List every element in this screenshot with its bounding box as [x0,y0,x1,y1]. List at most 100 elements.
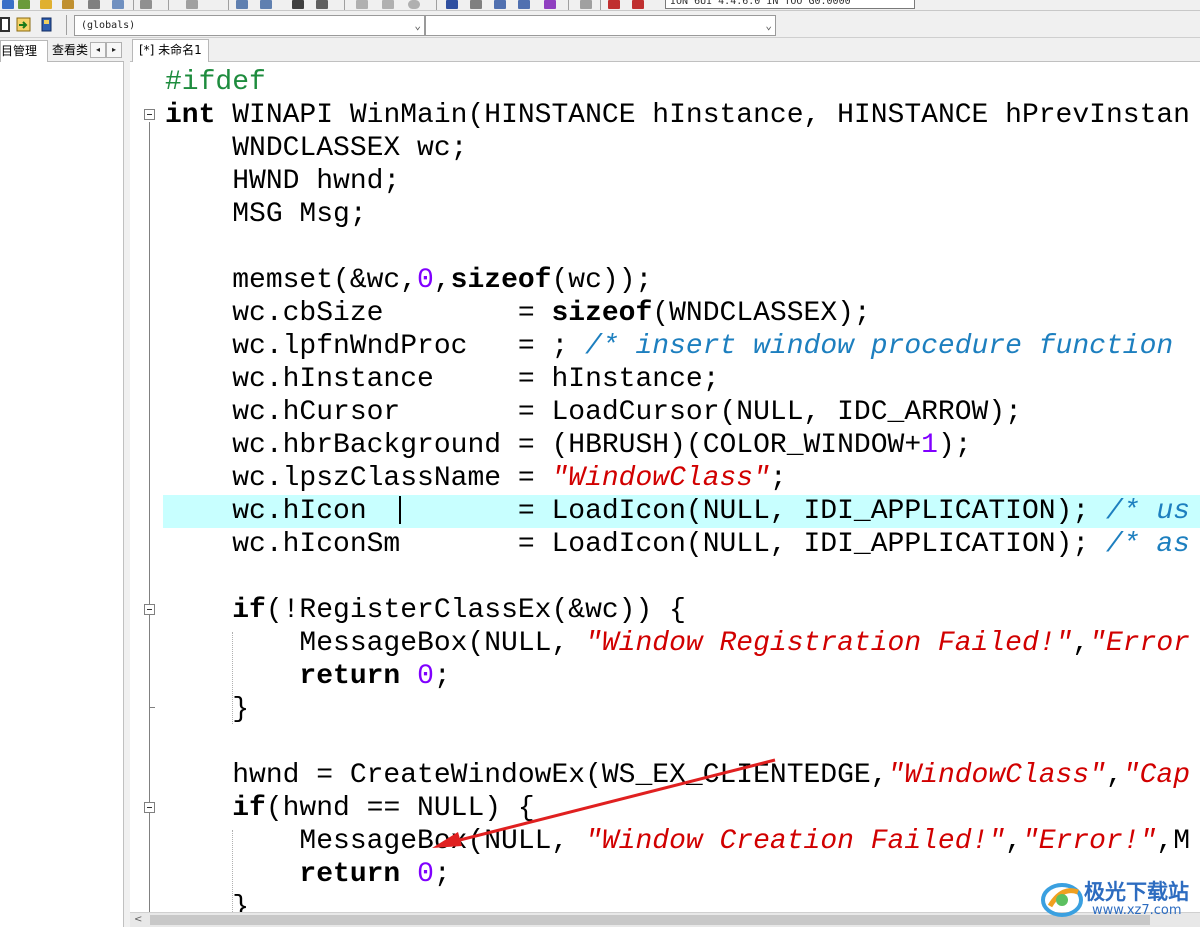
scrollbar-thumb[interactable] [150,915,1150,925]
code-text-token: MessageBox(NULL, [165,826,586,857]
chevron-down-icon[interactable]: ⌄ [765,16,772,35]
keyword-token: sizeof [450,265,552,296]
code-text-token: , [1072,628,1090,659]
toolbar-button-2[interactable] [18,0,30,9]
toolbar-button-14[interactable] [382,0,394,9]
code-text-token: wc.hCursor = LoadCursor(NULL, IDC_ARROW)… [165,397,1022,428]
tab-scroll-buttons: ◂ ▸ [90,42,122,58]
compiler-select[interactable]: ION 6UI 4.4.6.0 IN TOO G0.0000 [665,0,915,9]
scope-select[interactable]: (globals) ⌄ [74,15,425,36]
bookmark-icon[interactable] [40,17,54,32]
code-text-token: , [433,265,451,296]
code-text-token: wc.lpfnWndProc = ; [165,331,586,362]
code-line: return 0; [165,660,1200,693]
code-text-token: } [165,892,250,912]
tab-class-browser[interactable]: 查看类 [49,40,89,62]
toolbar-button-23[interactable] [632,0,644,9]
code-text-token: (hwnd == NULL) { [265,793,535,824]
code-text-token: hwnd = CreateWindowEx(WS_EX_CLIENTEDGE, [165,760,888,791]
code-line: WNDCLASSEX wc; [165,132,1200,165]
code-text-token: ,M [1156,826,1190,857]
keyword-token: return [299,661,401,692]
toolbar-button-19[interactable] [518,0,530,9]
toolbar-button-15[interactable] [408,0,420,9]
tab-project-manager[interactable]: 目管理 [0,40,48,62]
code-line: HWND hwnd; [165,165,1200,198]
toolbar-separator [133,0,134,10]
fold-toggle-icon[interactable] [144,604,155,615]
toolbar-separator [436,0,437,10]
toolbar-button-7[interactable] [140,0,152,9]
code-text-token: (wc)); [551,265,653,296]
tab-scroll-left-button[interactable]: ◂ [90,42,106,58]
toolbar-button-3[interactable] [40,0,52,9]
tab-scroll-right-button[interactable]: ▸ [106,42,122,58]
panel-tabs: 目管理 查看类 ◂ ▸ [0,38,124,62]
code-line: hwnd = CreateWindowEx(WS_EX_CLIENTEDGE,"… [165,759,1200,792]
comment-token: /* us [1105,496,1190,527]
toolbar-button-22[interactable] [608,0,620,9]
scroll-left-arrow-icon[interactable]: < [134,913,142,927]
toolbar-button-1[interactable] [2,0,14,9]
window-icon[interactable] [0,17,10,32]
code-line: MSG Msg; [165,198,1200,231]
watermark-title: 极光下载站 [1084,880,1189,904]
watermark-url: www.xz7.com [1092,903,1182,918]
fold-line [149,122,150,912]
toolbar-button-13[interactable] [356,0,368,9]
code-text-token: memset(&wc, [165,265,418,296]
code-line: wc.lpfnWndProc = ; /* insert window proc… [165,330,1200,363]
code-text-token: wc.hIcon = LoadIcon(NULL, IDI_APPLICATIO… [165,496,1106,527]
watermark-logo-icon [1041,883,1083,917]
code-line-current: wc.hIcon = LoadIcon(NULL, IDI_APPLICATIO… [163,495,1200,528]
code-text-token: wc.hIconSm = LoadIcon(NULL, IDI_APPLICAT… [165,529,1106,560]
toolbar-button-5[interactable] [88,0,100,9]
toolbar-button-9[interactable] [236,0,248,9]
code-line: memset(&wc,0,sizeof(wc)); [165,264,1200,297]
editor-tabs: [*] 未命名1 [130,38,1200,62]
goto-icon[interactable] [16,17,31,32]
keyword-token: sizeof [551,298,653,329]
string-token: "Window Creation Failed!" [585,826,1006,857]
number-token: 1 [921,430,938,461]
string-token: "WindowClass" [887,760,1106,791]
chevron-down-icon[interactable]: ⌄ [414,16,421,35]
code-line: MessageBox(NULL, "Window Registration Fa… [165,627,1200,660]
code-line: wc.hbrBackground = (HBRUSH)(COLOR_WINDOW… [165,429,1200,462]
text-caret [399,496,401,524]
toolbar-button-21[interactable] [580,0,592,9]
fold-toggle-icon[interactable] [144,802,155,813]
toolbar-button-6[interactable] [112,0,124,9]
code-text-token: wc.cbSize = [165,298,552,329]
code-text-token: , [1105,760,1123,791]
fold-toggle-icon[interactable] [144,109,155,120]
toolbar-button-10[interactable] [260,0,272,9]
toolbar-button-12[interactable] [316,0,328,9]
tab-untitled-file[interactable]: [*] 未命名1 [132,39,209,62]
toolbar-button-17[interactable] [470,0,482,9]
code-text-token: ; [433,859,451,890]
toolbar-button-16[interactable] [446,0,458,9]
code-text-token: , [1005,826,1022,857]
string-token: "Error [1089,628,1190,659]
code-text-token: ); [937,430,972,461]
keyword-token: if [232,793,266,824]
toolbar-button-20[interactable] [544,0,556,9]
toolbar-button-11[interactable] [292,0,304,9]
toolbar-button-18[interactable] [494,0,506,9]
code-text-token: HWND hwnd; [165,166,401,197]
toolbar-button-8[interactable] [186,0,198,9]
preprocessor-token: #ifdef [165,67,266,98]
code-text-token: wc.hInstance = hInstance; [165,364,720,395]
code-line: wc.cbSize = sizeof(WNDCLASSEX); [165,297,1200,330]
code-editor[interactable]: #ifdef int WINAPI WinMain(HINSTANCE hIns… [130,62,1200,912]
toolbar-separator [66,15,67,35]
member-select[interactable]: ⌄ [425,15,776,36]
toolbar-button-4[interactable] [62,0,74,9]
code-text-token: ; [433,661,451,692]
